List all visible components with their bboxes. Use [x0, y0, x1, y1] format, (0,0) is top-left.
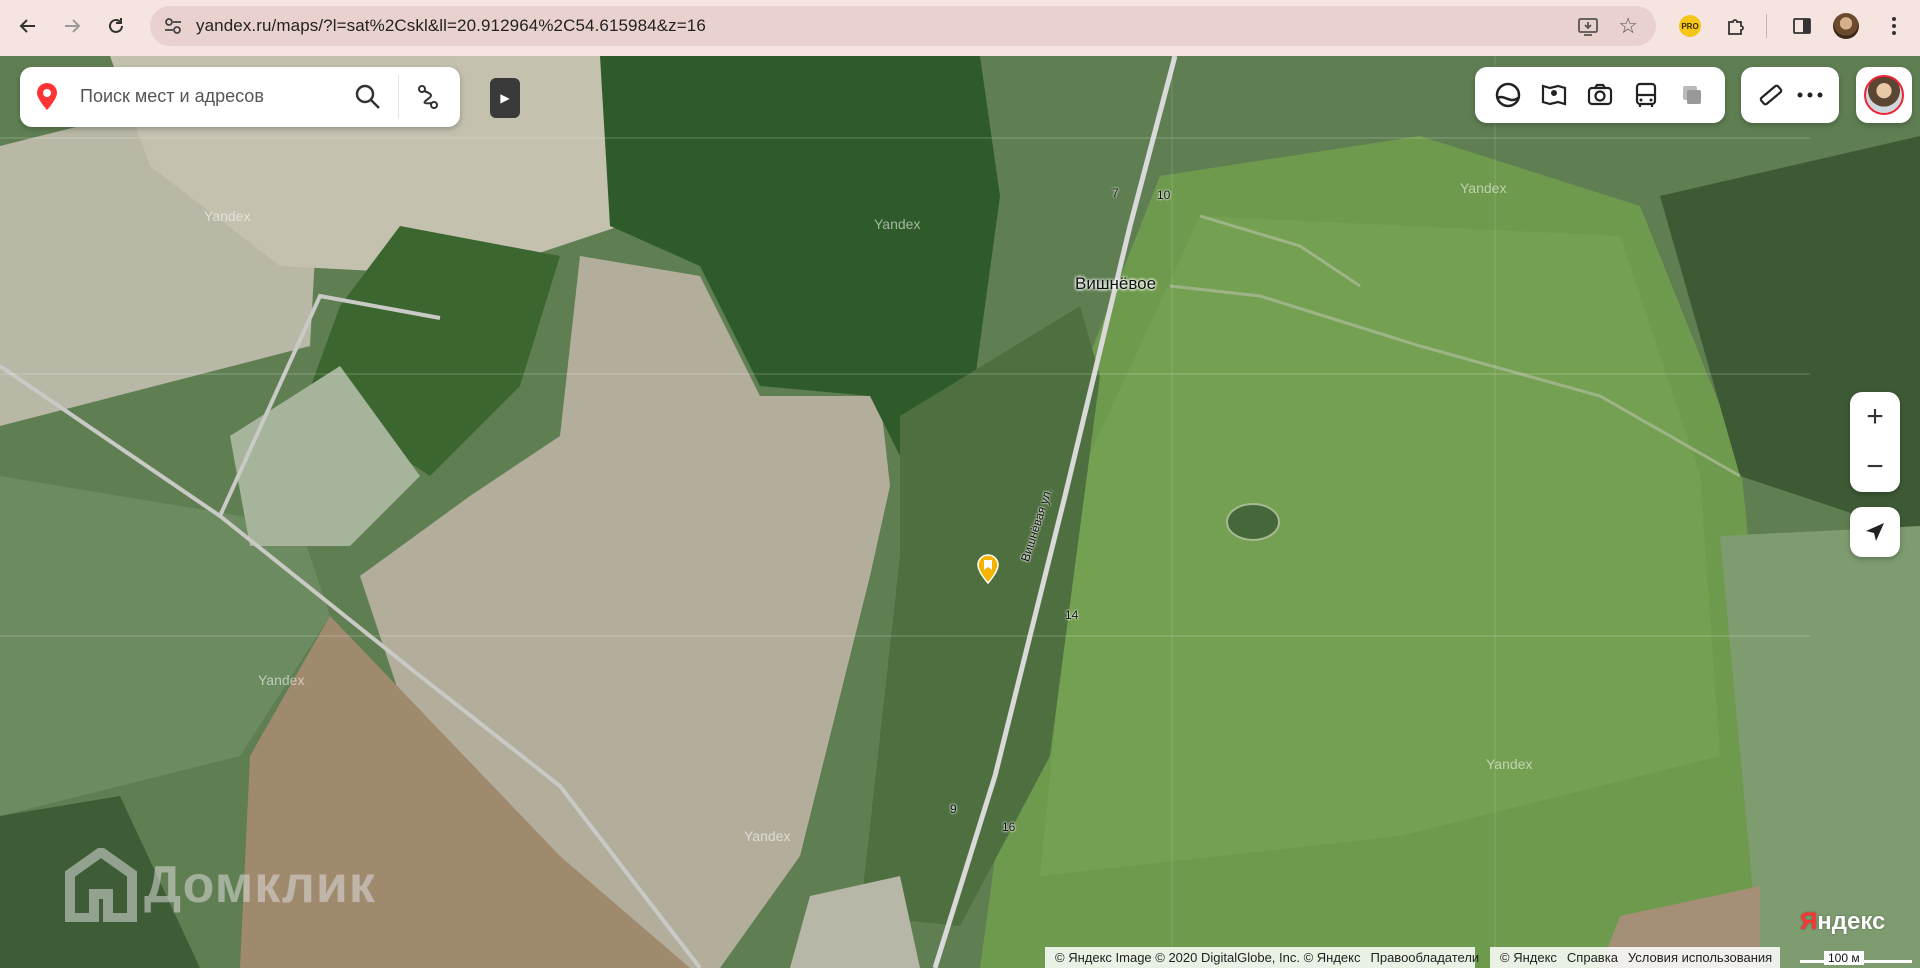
domclick-logo-icon — [65, 848, 137, 922]
domclick-watermark: Домклик — [64, 848, 376, 922]
house-number[interactable]: 10 — [1157, 188, 1170, 202]
back-arrow-icon — [19, 19, 35, 33]
navigation-arrow-icon — [1866, 523, 1884, 541]
pro-extension-button[interactable]: PRO — [1672, 8, 1708, 44]
site-settings-icon[interactable] — [162, 15, 184, 37]
map-footer-links: © Яндекс Справка Условия использования — [1490, 947, 1780, 968]
rights-holders-link[interactable]: Правообладатели — [1371, 950, 1480, 965]
reload-button[interactable] — [98, 8, 134, 44]
search-icon — [355, 84, 380, 109]
zoom-control: + − — [1850, 392, 1900, 492]
yandex-copyright[interactable]: © Яндекс — [1500, 950, 1557, 965]
layers-icon — [1495, 82, 1521, 108]
terms-link[interactable]: Условия использования — [1628, 950, 1772, 965]
play-arrow-icon: ▶ — [500, 91, 510, 105]
search-input[interactable]: Поиск мест и адресов — [80, 86, 264, 107]
route-button[interactable] — [412, 81, 444, 113]
zoom-out-button[interactable]: − — [1850, 442, 1900, 492]
route-icon — [418, 85, 438, 109]
house-number[interactable]: 14 — [1065, 608, 1078, 622]
map-watermark: Yandex — [1460, 180, 1507, 196]
panorama-icon — [1541, 84, 1567, 106]
location-pin-icon[interactable] — [976, 554, 1000, 584]
transit-bus-icon — [1635, 82, 1657, 107]
browser-toolbar: yandex.ru/maps/?l=sat%2Cskl&ll=20.912964… — [0, 0, 1920, 56]
toolbar-divider — [1766, 14, 1767, 38]
ruler-icon — [1759, 84, 1782, 106]
map-watermark: Yandex — [1486, 756, 1533, 772]
chrome-menu-button[interactable] — [1876, 8, 1912, 44]
profile-button[interactable] — [1828, 8, 1864, 44]
extensions-button[interactable] — [1718, 8, 1754, 44]
layer-toggle-icon — [1683, 86, 1701, 104]
more-dots-icon — [1797, 92, 1822, 98]
photos-button[interactable] — [1577, 75, 1623, 115]
extensions-puzzle-icon — [1728, 19, 1744, 35]
layer-toggle-button[interactable] — [1669, 75, 1715, 115]
map-watermark: Yandex — [258, 672, 305, 688]
menu-dots-icon — [1892, 17, 1896, 35]
map-watermark: Yandex — [744, 828, 791, 844]
map-watermark: Yandex — [874, 216, 921, 232]
pro-extension-icon: PRO — [1679, 15, 1701, 37]
house-number[interactable]: 16 — [1002, 820, 1015, 834]
domclick-text: Домклик — [144, 856, 376, 914]
profile-avatar — [1833, 13, 1859, 39]
url-text[interactable]: yandex.ru/maps/?l=sat%2Cskl&ll=20.912964… — [196, 16, 706, 36]
ruler-button[interactable] — [1751, 75, 1790, 115]
scale-label: 100 м — [1824, 951, 1864, 965]
photo-camera-icon — [1587, 83, 1613, 106]
user-profile-button[interactable] — [1856, 67, 1912, 123]
more-button[interactable] — [1790, 75, 1829, 115]
panorama-button[interactable] — [1531, 75, 1577, 115]
map-watermark: Yandex — [204, 208, 251, 224]
search-button[interactable] — [352, 81, 384, 113]
bookmark-star-icon[interactable]: ☆ — [1618, 12, 1638, 40]
my-location-button[interactable] — [1850, 507, 1900, 557]
forward-button[interactable] — [54, 8, 90, 44]
help-link[interactable]: Справка — [1567, 950, 1618, 965]
layers-toolbar — [1475, 67, 1725, 123]
side-panel-icon — [1793, 18, 1811, 34]
yandex-logo[interactable]: Яндекс — [1800, 908, 1885, 936]
zoom-in-button[interactable]: + — [1850, 392, 1900, 442]
map-scale: 100 м — [1800, 951, 1912, 966]
house-number[interactable]: 9 — [950, 802, 957, 816]
settlement-label[interactable]: Вишнёвое — [1075, 274, 1156, 294]
address-bar[interactable]: yandex.ru/maps/?l=sat%2Cskl&ll=20.912964… — [150, 6, 1656, 46]
search-panel: Поиск мест и адресов — [20, 67, 460, 127]
layers-button[interactable] — [1485, 75, 1531, 115]
forward-arrow-icon — [65, 19, 81, 33]
copyright-text: © Яндекс Image © 2020 DigitalGlobe, Inc.… — [1055, 950, 1361, 965]
map-canvas[interactable]: Yandex Yandex Yandex Yandex Yandex Yande… — [0, 56, 1920, 968]
imagery-copyright: © Яндекс Image © 2020 DigitalGlobe, Inc.… — [1045, 947, 1479, 968]
yandex-logo-first-letter: Я — [1800, 908, 1818, 935]
install-app-icon[interactable] — [1576, 14, 1600, 38]
tools-toolbar — [1741, 67, 1839, 123]
side-panel-button[interactable] — [1784, 8, 1820, 44]
transit-button[interactable] — [1623, 75, 1669, 115]
yandex-logo-rest: ндекс — [1817, 908, 1886, 935]
search-divider — [398, 75, 399, 119]
yandex-maps-pin-icon — [37, 83, 57, 110]
user-avatar — [1864, 75, 1904, 115]
reload-icon — [109, 18, 123, 33]
collapse-panel-button[interactable]: ▶ — [490, 78, 520, 118]
satellite-imagery — [0, 56, 1920, 968]
house-number[interactable]: 7 — [1112, 186, 1119, 200]
back-button[interactable] — [10, 8, 46, 44]
